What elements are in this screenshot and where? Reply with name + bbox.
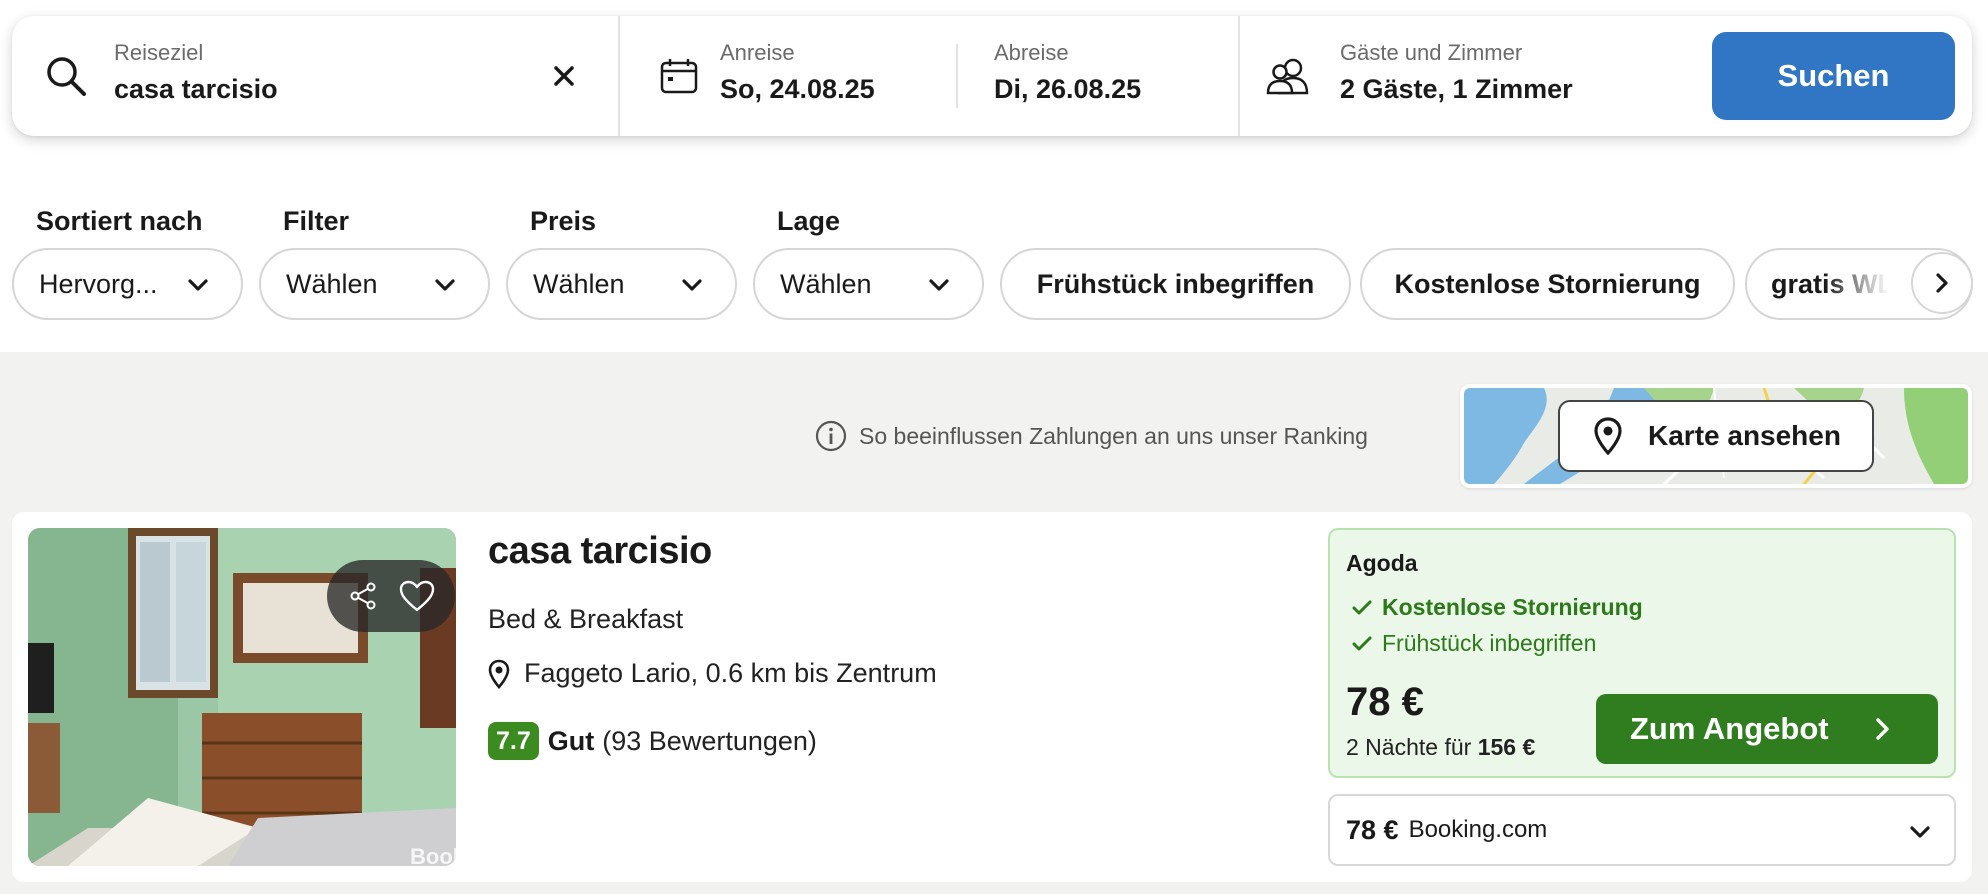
guests-value: 2 Gäste, 1 Zimmer — [1340, 74, 1573, 104]
chevron-right-icon — [1936, 273, 1948, 293]
checkout-field[interactable]: Abreise Di, 26.08.25 — [958, 16, 1248, 136]
rating-text: Gut — [547, 725, 595, 756]
property-type: Bed & Breakfast — [488, 604, 684, 634]
checkin-field[interactable]: Anreise So, 24.08.25 — [620, 16, 950, 136]
chevron-down-icon — [682, 279, 702, 291]
search-icon — [47, 57, 86, 96]
chip-free-cancellation[interactable]: Kostenlose Stornierung — [1360, 248, 1735, 320]
filter-dropdown[interactable]: Wählen — [259, 248, 490, 320]
check-icon — [1352, 636, 1372, 650]
chevron-down-icon — [929, 279, 949, 291]
view-deal-label: Zum Angebot — [1630, 711, 1829, 746]
price-label: Preis — [530, 206, 597, 236]
show-map-label: Karte ansehen — [1648, 420, 1841, 451]
heart-icon[interactable] — [399, 580, 435, 612]
hotel-name[interactable]: casa tarcisio — [488, 530, 712, 573]
ranking-notice-text: So beeinflussen Zahlungen an uns unser R… — [859, 422, 1368, 449]
sort-dropdown[interactable]: Hervorg... — [12, 248, 243, 320]
location-pin-icon — [488, 659, 510, 689]
filter-value: Wählen — [286, 268, 378, 299]
guests-icon — [1266, 58, 1309, 95]
guests-label: Gäste und Zimmer — [1340, 40, 1523, 65]
rating[interactable]: 7.7 Gut (93 Bewertungen) — [488, 722, 817, 760]
price-dropdown[interactable]: Wählen — [506, 248, 737, 320]
offer-provider: Agoda — [1346, 550, 1418, 576]
destination-label: Reiseziel — [114, 40, 204, 65]
location-label: Lage — [777, 206, 841, 236]
chevron-down-icon — [1910, 826, 1930, 838]
alternative-offer[interactable]: 78 € Booking.com — [1328, 794, 1956, 866]
hotel-location-text: Faggeto Lario, 0.6 km bis Zentrum — [524, 658, 937, 688]
chevron-right-icon — [1876, 718, 1889, 740]
chip-breakfast-included[interactable]: Frühstück inbegriffen — [1000, 248, 1351, 320]
filter-scroll-next-button[interactable] — [1911, 252, 1973, 314]
hotel-location: Faggeto Lario, 0.6 km bis Zentrum — [488, 658, 937, 689]
chevron-down-icon — [188, 279, 208, 291]
offer-feature-text: Kostenlose Stornierung — [1382, 594, 1643, 620]
checkout-label: Abreise — [994, 40, 1069, 65]
alt-offer-price: 78 € — [1346, 814, 1399, 845]
offer-total-value: 156 € — [1477, 734, 1536, 760]
info-icon — [815, 420, 847, 452]
sort-value: Hervorg... — [39, 268, 158, 299]
photo-watermark: Booki — [410, 844, 456, 866]
rating-score-badge: 7.7 — [488, 722, 539, 760]
offer-feature-free-cancellation: Kostenlose Stornierung — [1352, 594, 1643, 621]
checkin-label: Anreise — [720, 40, 795, 65]
offer-total: 2 Nächte für 156 € — [1346, 734, 1535, 761]
hotel-photo[interactable]: Booki — [28, 528, 456, 866]
photo-actions — [327, 560, 455, 632]
location-pin-icon — [1594, 417, 1622, 455]
location-dropdown[interactable]: Wählen — [753, 248, 984, 320]
destination-field[interactable]: Reiseziel casa tarcisio — [12, 16, 618, 136]
checkout-value: Di, 26.08.25 — [994, 74, 1142, 104]
destination-value: casa tarcisio — [114, 74, 278, 104]
offer-total-prefix: 2 Nächte für — [1346, 734, 1472, 760]
view-deal-button[interactable]: Zum Angebot — [1596, 694, 1938, 764]
offer-price: 78 € — [1346, 680, 1424, 724]
alt-offer-provider: Booking.com — [1408, 816, 1548, 843]
rating-count: (93 Bewertungen) — [602, 725, 817, 756]
chip-fade — [1825, 250, 1915, 318]
chevron-down-icon — [435, 279, 455, 291]
result-card[interactable]: Booki casa tarcisio Bed & Breakfast Fagg… — [12, 512, 1972, 882]
checkin-value: So, 24.08.25 — [720, 74, 875, 104]
ranking-notice[interactable]: So beeinflussen Zahlungen an uns unser R… — [815, 420, 1368, 452]
sort-label: Sortiert nach — [36, 206, 203, 236]
close-icon[interactable] — [554, 66, 574, 86]
offer-feature-breakfast: Frühstück inbegriffen — [1352, 630, 1596, 657]
offer-feature-text: Frühstück inbegriffen — [1382, 630, 1597, 656]
calendar-icon — [660, 59, 698, 94]
location-value: Wählen — [780, 268, 872, 299]
share-icon[interactable] — [348, 581, 378, 611]
filter-label: Filter — [283, 206, 350, 236]
best-offer[interactable]: Agoda Kostenlose Stornierung Frühstück i… — [1328, 528, 1956, 778]
search-bar: Reiseziel casa tarcisio Anreise So, 24.0… — [12, 16, 1972, 136]
price-value: Wählen — [533, 268, 625, 299]
search-button[interactable]: Suchen — [1712, 32, 1955, 120]
show-map-button[interactable]: Karte ansehen — [1558, 400, 1874, 472]
guests-field[interactable]: Gäste und Zimmer 2 Gäste, 1 Zimmer — [1240, 16, 1700, 136]
check-icon — [1352, 600, 1372, 614]
